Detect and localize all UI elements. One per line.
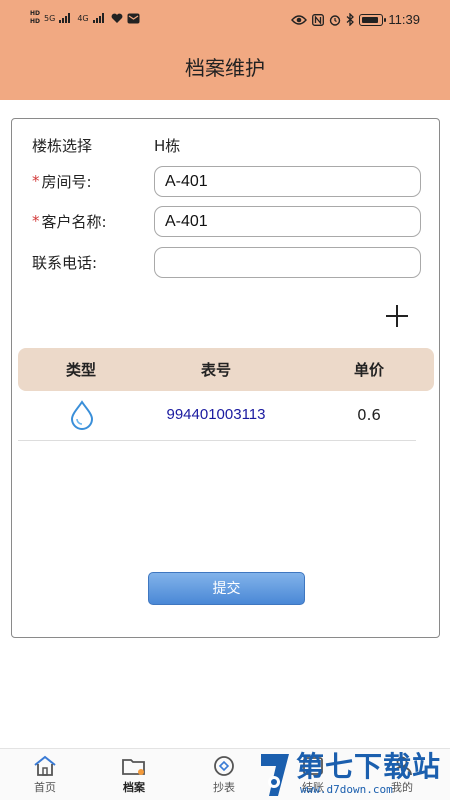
building-label: 楼栋选择: [32, 136, 93, 155]
heart-icon: [111, 13, 123, 23]
signal-icon-2: [92, 13, 104, 23]
customer-row: * 客户名称:: [32, 205, 107, 237]
mail-icon: [127, 13, 140, 23]
col-type-header: 类型: [65, 361, 96, 379]
hd-indicator: HD HD: [30, 10, 40, 26]
watermark: 第七下载站 www.d7down.com: [258, 752, 448, 800]
meter-number: 994401003113: [166, 406, 266, 423]
hd-top-label: HD: [30, 10, 41, 17]
network-5g-label: 5G: [44, 13, 56, 23]
meter-read-icon: [214, 756, 234, 776]
room-input[interactable]: A-401: [154, 166, 421, 197]
tab-archive-label: 档案: [123, 781, 145, 794]
hd-bottom-label: HD: [30, 18, 41, 25]
add-meter-icon[interactable]: [386, 305, 408, 327]
customer-label: 客户名称:: [41, 212, 107, 231]
required-mark: *: [32, 172, 40, 190]
phone-label: 联系电话:: [32, 253, 98, 272]
water-drop-icon: [70, 400, 94, 430]
tab-home-label: 首页: [34, 781, 56, 794]
status-time: 11:39: [388, 12, 420, 27]
app-header: HD HD 5G 4G 11:39 档案维护: [0, 0, 450, 100]
table-row[interactable]: 994401003113 0.6: [18, 391, 416, 441]
battery-icon: [359, 13, 387, 26]
watermark-logo: [261, 754, 289, 796]
customer-input[interactable]: A-401: [154, 206, 421, 237]
network-4g-label: 4G: [77, 13, 89, 23]
building-select[interactable]: H栋: [154, 135, 180, 156]
room-label: 房间号:: [41, 172, 92, 191]
phone-row: 联系电话:: [32, 246, 97, 278]
folder-icon: [122, 759, 145, 775]
phone-input[interactable]: [154, 247, 421, 278]
nfc-icon: [312, 13, 325, 26]
home-icon: [34, 755, 56, 776]
required-mark: *: [32, 212, 40, 230]
tab-meter-read[interactable]: 抄表: [194, 755, 254, 795]
status-left: HD HD 5G 4G: [30, 10, 140, 26]
room-row: * 房间号:: [32, 165, 92, 197]
col-price-header: 单价: [353, 361, 384, 379]
tab-archive[interactable]: 档案: [104, 755, 164, 795]
watermark-url: www.d7down.com: [300, 783, 393, 796]
eye-icon: [291, 14, 308, 25]
page-title: 档案维护: [185, 56, 265, 80]
table-header: 类型 表号 单价: [18, 348, 434, 391]
status-right: 11:39: [291, 12, 420, 27]
archive-form-card: 楼栋选择 H栋 * 房间号: A-401 * 客户名称: A-401 联系电话:…: [11, 118, 440, 638]
submit-button[interactable]: 提交: [148, 572, 305, 605]
col-meter-header: 表号: [200, 361, 231, 379]
tab-home[interactable]: 首页: [15, 755, 75, 795]
bluetooth-icon: [346, 13, 355, 26]
signal-icon: [59, 13, 71, 23]
building-row: 楼栋选择 H栋: [32, 129, 180, 161]
alarm-icon: [330, 14, 341, 26]
tab-meter-read-label: 抄表: [213, 781, 235, 794]
status-bar: HD HD 5G 4G 11:39: [0, 0, 450, 40]
watermark-text: 第七下载站: [296, 750, 442, 783]
unit-price: 0.6: [357, 406, 381, 424]
